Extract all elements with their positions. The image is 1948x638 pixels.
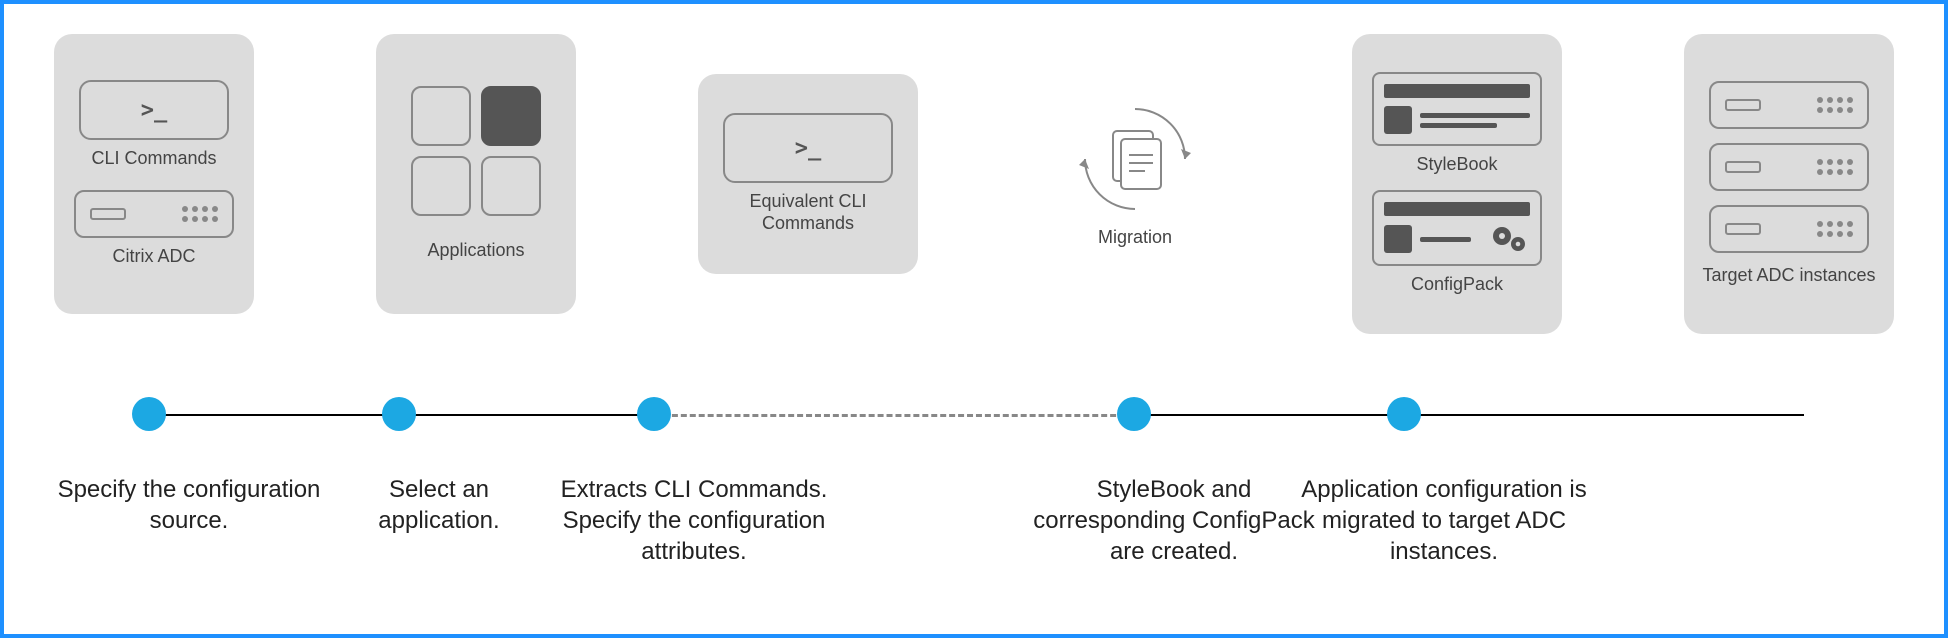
timeline-step-3-dot — [637, 397, 671, 431]
timeline — [54, 394, 1894, 434]
caption-step-2: Select an application. — [339, 474, 539, 536]
caption-step-5: Application configuration is migrated to… — [1284, 474, 1604, 568]
captions-row: Specify the configuration source. Select… — [54, 474, 1894, 594]
configpack-icon — [1372, 190, 1542, 266]
card-config-source: >_ CLI Commands Citrix ADC — [54, 34, 254, 314]
card-equivalent-cli: >_ Equivalent CLI Commands — [698, 74, 918, 274]
equivalent-cli-label: Equivalent CLI Commands — [714, 191, 902, 234]
cards-row: >_ CLI Commands Citrix ADC Applications … — [54, 34, 1894, 344]
cli-prompt-icon: >_ — [723, 113, 893, 183]
caption-step-3: Extracts CLI Commands. Specify the confi… — [544, 474, 844, 568]
applications-label: Applications — [427, 240, 524, 262]
server-icon — [1709, 81, 1869, 129]
caption-step-1: Specify the configuration source. — [39, 474, 339, 536]
server-icon — [1709, 205, 1869, 253]
migration-label: Migration — [1098, 227, 1172, 249]
stylebook-icon — [1372, 72, 1542, 146]
caption-step-4: StyleBook and corresponding ConfigPack a… — [1024, 474, 1324, 568]
card-migration: Migration — [1040, 74, 1230, 274]
migration-icon — [1075, 99, 1195, 219]
cli-prompt-icon: >_ — [79, 80, 229, 140]
migration-workflow-diagram: >_ CLI Commands Citrix ADC Applications … — [0, 0, 1948, 638]
cli-commands-label: CLI Commands — [91, 148, 216, 170]
card-stylebook-configpack: StyleBook Co — [1352, 34, 1562, 334]
server-icon — [1709, 143, 1869, 191]
configpack-label: ConfigPack — [1411, 274, 1503, 296]
timeline-step-1-dot — [132, 397, 166, 431]
target-adc-label: Target ADC instances — [1702, 265, 1875, 287]
stylebook-label: StyleBook — [1416, 154, 1497, 176]
citrix-adc-label: Citrix ADC — [112, 246, 195, 268]
card-applications: Applications — [376, 34, 576, 314]
server-icon — [74, 190, 234, 238]
applications-icon — [411, 86, 541, 216]
timeline-step-4-dot — [1117, 397, 1151, 431]
gear-icon — [1479, 224, 1530, 254]
card-target-adc: Target ADC instances — [1684, 34, 1894, 334]
timeline-step-2-dot — [382, 397, 416, 431]
timeline-step-5-dot — [1387, 397, 1421, 431]
